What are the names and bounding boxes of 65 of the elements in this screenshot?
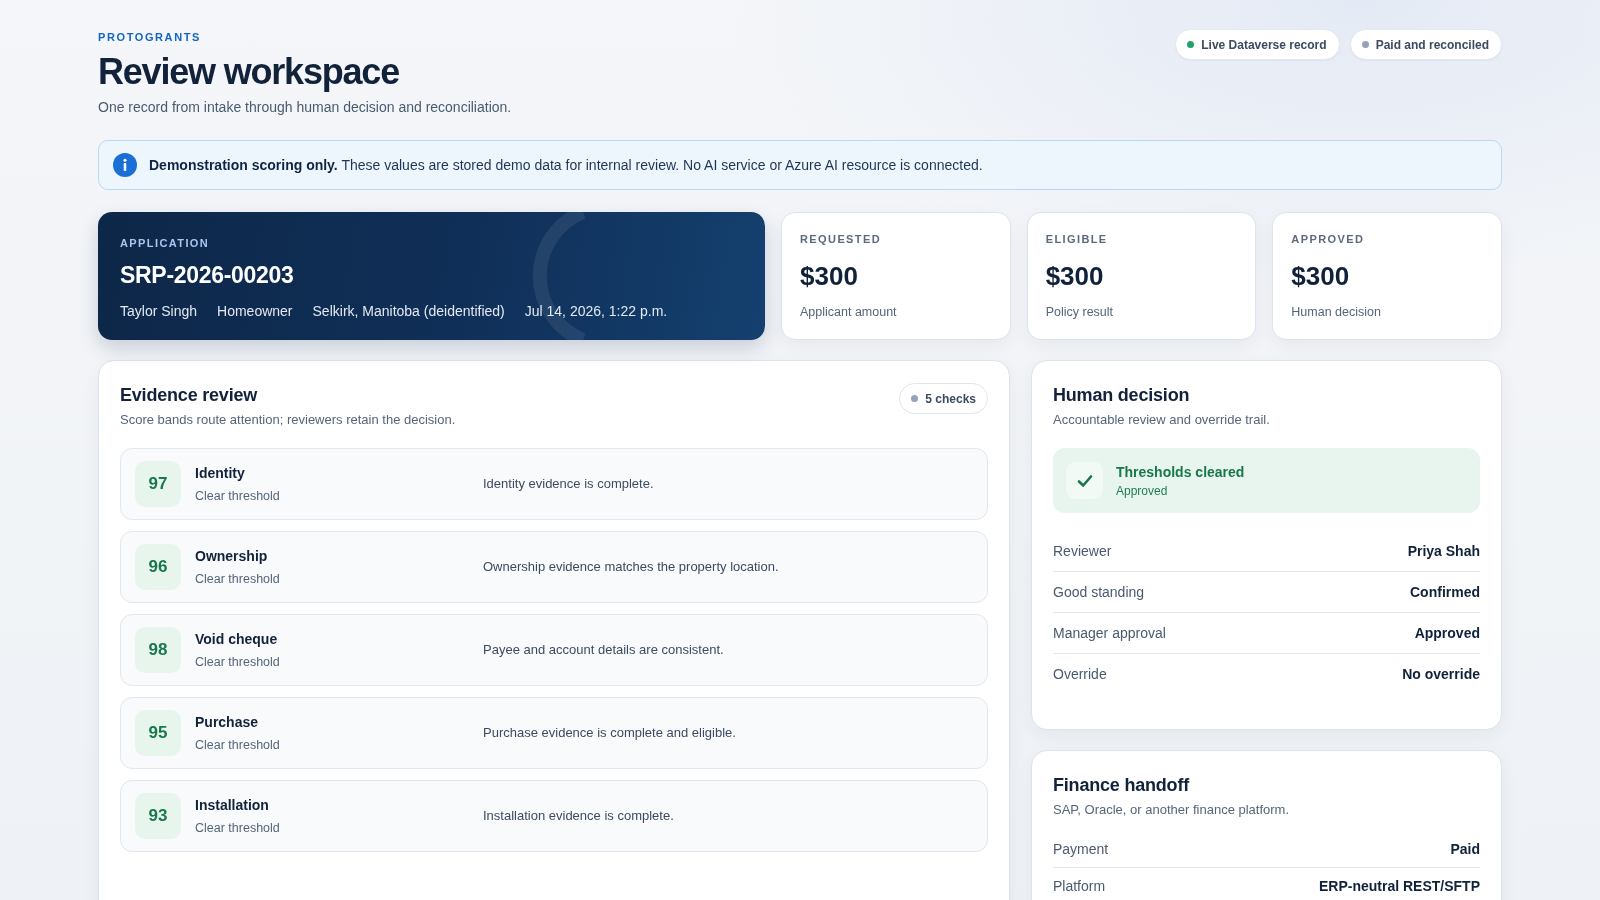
check-finding: Installation evidence is complete. xyxy=(483,807,674,825)
threshold-label: Clear threshold xyxy=(195,654,280,671)
amount-label: REQUESTED xyxy=(800,232,883,246)
check-name: Installation xyxy=(195,796,269,815)
threshold-label: Clear threshold xyxy=(195,571,280,588)
page-title: Review workspace xyxy=(98,50,400,94)
threshold-label: Clear threshold xyxy=(195,737,280,754)
detail-value: ERP-neutral REST/SFTP xyxy=(1318,877,1480,896)
amount-value: $300 xyxy=(800,260,859,292)
amount-value: $300 xyxy=(1291,260,1351,292)
detail-value: No override xyxy=(1402,665,1480,684)
application-label: APPLICATION xyxy=(120,236,211,250)
check-finding: Identity evidence is complete. xyxy=(483,475,654,493)
detail-label: Payment xyxy=(1053,840,1109,859)
panel-title: Finance handoff xyxy=(1053,774,1191,797)
status-label: Paid and reconciled xyxy=(1375,37,1489,52)
detail-label: Reviewer xyxy=(1053,542,1112,561)
amount-note: Applicant amount xyxy=(800,304,898,320)
check-name: Void cheque xyxy=(195,630,278,649)
score-badge: 96 xyxy=(135,544,181,590)
amount-label: APPROVED xyxy=(1291,232,1366,246)
detail-value: Confirmed xyxy=(1410,583,1480,602)
info-icon xyxy=(113,153,137,177)
outcome-status: Approved xyxy=(1116,482,1169,499)
panel-subtitle: SAP, Oracle, or another finance platform. xyxy=(1053,801,1291,819)
threshold-label: Clear threshold xyxy=(195,488,280,505)
detail-label: Platform xyxy=(1053,877,1106,896)
page-subtitle: One record from intake through human decision and reconciliation. xyxy=(98,98,512,117)
application-id: SRP-2026-00203 xyxy=(120,261,295,289)
amount-value: $300 xyxy=(1045,260,1105,292)
application-detail: Taylor Singh xyxy=(120,302,198,321)
score-badge: 93 xyxy=(135,793,181,839)
detail-value: Paid xyxy=(1450,840,1480,859)
application-detail: Selkirk, Manitoba (deidentified) xyxy=(312,302,505,321)
amount-note: Policy result xyxy=(1045,304,1115,320)
check-name: Purchase xyxy=(195,713,259,732)
score-badge: 97 xyxy=(135,461,181,507)
detail-value: Approved xyxy=(1414,624,1480,643)
check-name: Ownership xyxy=(195,547,268,566)
info-message: Demonstration scoring only. These values are stored demo data for internal review. No AI service or Azure AI resource is connected. xyxy=(149,157,983,173)
status-label: Live Dataverse record xyxy=(1201,37,1327,52)
detail-value: Priya Shah xyxy=(1407,542,1480,561)
brand-label: PROTOGRANTS xyxy=(98,30,202,44)
threshold-label: Clear threshold xyxy=(195,820,280,837)
panel-title: Human decision xyxy=(1053,384,1191,407)
detail-label: Good standing xyxy=(1053,583,1145,602)
score-badge: 98 xyxy=(135,627,181,673)
check-icon xyxy=(1066,462,1103,499)
score-badge: 95 xyxy=(135,710,181,756)
panel-subtitle: Accountable review and override trail. xyxy=(1053,411,1271,429)
checks-count: 5 checks xyxy=(925,391,976,406)
check-name: Identity xyxy=(195,464,245,483)
check-finding: Payee and account details are consistent. xyxy=(483,641,724,659)
check-finding: Purchase evidence is complete and eligible. xyxy=(483,724,736,742)
check-finding: Ownership evidence matches the property location. xyxy=(483,558,779,576)
detail-label: Override xyxy=(1053,665,1107,684)
amount-note: Human decision xyxy=(1291,304,1382,320)
panel-title: Evidence review xyxy=(120,384,259,407)
application-detail: Homeowner xyxy=(217,302,293,321)
amount-label: ELIGIBLE xyxy=(1045,232,1109,246)
status-dot-icon xyxy=(911,395,919,402)
application-detail: Jul 14, 2026, 1:22 p.m. xyxy=(524,302,668,321)
outcome-title: Thresholds cleared xyxy=(1116,462,1245,481)
detail-label: Manager approval xyxy=(1053,624,1166,643)
panel-subtitle: Score bands route attention; reviewers retain the decision. xyxy=(120,411,456,429)
